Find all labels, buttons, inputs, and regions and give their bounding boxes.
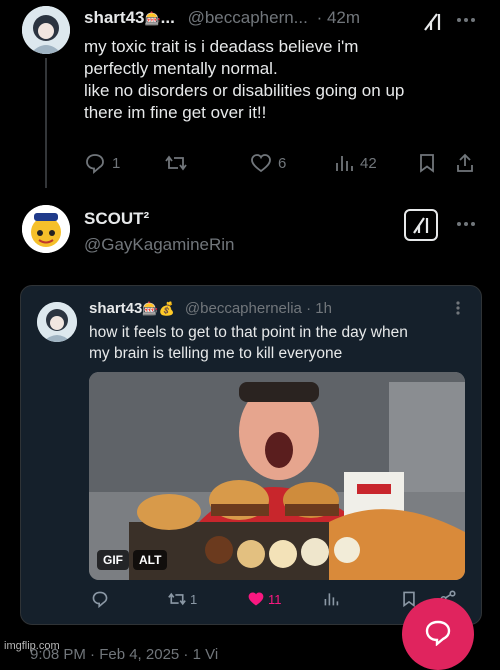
quoted-name-emoji: 🎰💰 xyxy=(142,301,175,316)
tweet-text-line: there im fine get over it!! xyxy=(84,103,267,122)
handle[interactable]: @beccaphern... xyxy=(188,8,308,27)
reply-icon xyxy=(84,152,106,174)
reply-count: 1 xyxy=(112,154,121,172)
retweet-button[interactable] xyxy=(164,152,188,174)
heart-icon xyxy=(247,590,265,608)
like-button[interactable]: 6 xyxy=(250,152,286,174)
heart-icon xyxy=(250,152,272,174)
more-icon[interactable] xyxy=(455,300,461,321)
retweet-icon xyxy=(164,152,188,174)
name-ellipsis: ... xyxy=(160,8,175,27)
more-icon[interactable] xyxy=(456,17,476,23)
quoted-tweet-card[interactable]: shart43🎰💰 @beccaphernelia · 1h how it fe… xyxy=(20,285,482,625)
quoted-handle[interactable]: @beccaphernelia xyxy=(185,300,302,317)
tweet-text-line: perfectly mentally normal. xyxy=(84,59,278,78)
quoted-retweet-button[interactable]: 1 xyxy=(167,590,197,608)
grok-icon[interactable] xyxy=(422,10,444,32)
tweet-1[interactable]: shart43🎰... @beccaphern... · 42m my toxi… xyxy=(0,0,500,195)
display-name[interactable]: SCOUT² xyxy=(84,209,149,229)
quoted-reply-button[interactable] xyxy=(91,590,109,608)
share-icon xyxy=(455,152,475,174)
grok-icon[interactable] xyxy=(404,209,438,241)
display-name[interactable]: shart43 xyxy=(84,8,144,27)
tweet-2[interactable]: SCOUT² @GayKagamineRin shart43🎰💰 @beccap… xyxy=(0,195,500,656)
quoted-timestamp[interactable]: · 1h xyxy=(306,300,332,317)
like-count: 6 xyxy=(278,154,287,172)
compose-button[interactable] xyxy=(402,598,474,670)
views-button[interactable]: 42 xyxy=(334,152,377,174)
bookmark-icon xyxy=(418,152,436,174)
quoted-like-button[interactable]: 11 xyxy=(247,590,282,608)
more-icon[interactable] xyxy=(456,221,476,227)
share-button[interactable] xyxy=(455,152,475,174)
name-emoji: 🎰 xyxy=(144,11,161,26)
handle[interactable]: @GayKagamineRin xyxy=(84,235,235,255)
alt-badge[interactable]: ALT xyxy=(133,550,168,570)
gif-media[interactable]: GIF ALT xyxy=(89,372,465,580)
tweet-text-line: my toxic trait is i deadass believe i'm xyxy=(84,37,359,56)
quoted-display-name[interactable]: shart43 xyxy=(89,300,142,317)
views-icon xyxy=(334,152,354,174)
quoted-text-line: how it feels to get to that point in the… xyxy=(89,324,408,341)
reply-button[interactable]: 1 xyxy=(84,152,120,174)
like-count: 11 xyxy=(268,591,282,607)
avatar[interactable] xyxy=(22,6,70,54)
imgflip-watermark: imgflip.com xyxy=(4,640,60,652)
compose-icon xyxy=(424,618,452,646)
bookmark-button[interactable] xyxy=(418,152,436,174)
gif-badge: GIF xyxy=(97,550,129,570)
quoted-text-line: my brain is telling me to kill everyone xyxy=(89,345,343,362)
quoted-avatar[interactable] xyxy=(37,302,77,342)
thread-line xyxy=(45,58,47,188)
retweet-icon xyxy=(167,590,187,608)
retweet-count: 1 xyxy=(190,591,198,607)
views-icon xyxy=(323,590,339,608)
views-count: 42 xyxy=(360,154,377,172)
avatar[interactable] xyxy=(22,205,70,253)
reply-icon xyxy=(91,590,109,608)
tweet-text-line: like no disorders or disabilities going … xyxy=(84,81,405,100)
quoted-views-button[interactable] xyxy=(323,590,339,608)
timestamp[interactable]: · 42m xyxy=(317,8,360,27)
